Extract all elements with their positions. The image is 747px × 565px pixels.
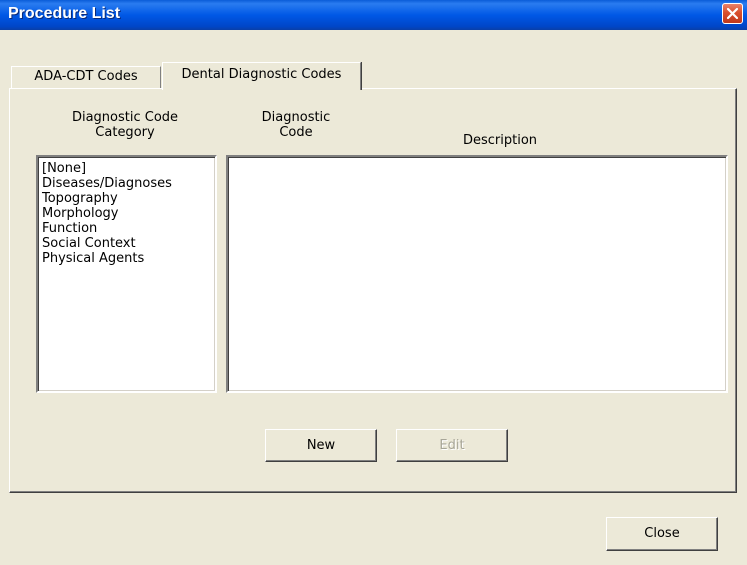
title-bar[interactable]: Procedure List [0,0,747,30]
tab-ada-cdt-codes[interactable]: ADA-CDT Codes [11,66,161,88]
diagnostic-code-listbox[interactable] [226,155,728,393]
list-item[interactable]: Function [42,221,215,236]
description-column-header: Description [462,133,538,148]
category-listbox[interactable]: [None] Diseases/Diagnoses Topography Mor… [36,155,217,393]
list-item[interactable]: Topography [42,191,215,206]
code-header-line1: Diagnostic [261,110,331,125]
procedure-list-window: Procedure List ADA-CDT Codes Dental Diag… [0,0,747,565]
close-window-button[interactable] [722,3,743,24]
edit-button[interactable]: Edit [396,429,508,462]
list-item[interactable]: Diseases/Diagnoses [42,176,215,191]
code-header-line2: Code [279,125,313,140]
list-item[interactable]: Morphology [42,206,215,221]
close-button[interactable]: Close [606,517,718,551]
tab-dental-diagnostic-codes[interactable]: Dental Diagnostic Codes [162,62,361,90]
category-header-line1: Diagnostic Code [71,110,179,125]
code-column-header: Diagnostic Code [246,110,346,140]
list-item[interactable]: Physical Agents [42,251,215,266]
category-column-header: Diagnostic Code Category [40,110,210,140]
list-item[interactable]: Social Context [42,236,215,251]
list-item[interactable]: [None] [42,161,215,176]
category-header-line2: Category [95,125,155,140]
window-title: Procedure List [8,5,121,22]
close-x-icon [726,7,739,20]
new-button[interactable]: New [265,429,377,462]
